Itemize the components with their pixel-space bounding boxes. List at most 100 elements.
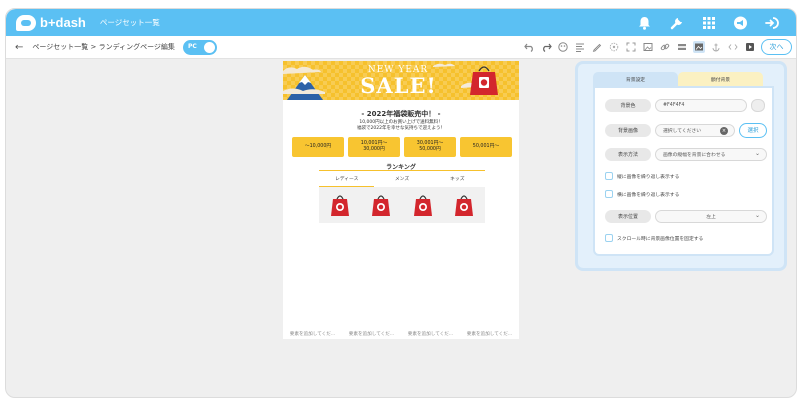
ranking-divider (319, 170, 485, 171)
bg-image-placeholder: 選択してください (663, 128, 702, 134)
display-method-value: 画像の縦幅を背景に合わせる (663, 152, 726, 158)
bg-color-value: #F4F4F4 (663, 102, 685, 108)
bg-image-label: 背景画像 (605, 123, 651, 137)
page-title: ページセット一覧 (99, 18, 160, 27)
layout-icon[interactable] (676, 41, 688, 53)
app-logo[interactable]: b+dash (16, 14, 86, 31)
bg-color-input[interactable]: #F4F4F4 (655, 98, 747, 112)
app-frame: b+dash ページセット一覧 ← ページセット一覧 > ランディングページ編集 (5, 8, 797, 398)
ranking-tab-mens[interactable]: メンズ (374, 175, 429, 187)
ranking-tab-kids[interactable]: キッズ (430, 175, 485, 187)
page-preview-canvas[interactable]: NEW YEAR SALE! - 2022年福袋販売中！ - 10,000円以上… (283, 61, 519, 339)
editor-toolbar: ← ページセット一覧 > ランディングページ編集 PC 次へ (6, 36, 796, 59)
fixed-on-scroll-label: スクロール時に背景画像位置を固定する (617, 236, 704, 242)
sale-heading: - 2022年福袋販売中！ - (361, 110, 441, 118)
link-icon[interactable] (659, 41, 671, 53)
fixed-on-scroll-checkbox[interactable] (605, 234, 613, 242)
back-arrow-icon[interactable]: ← (15, 42, 23, 53)
toolbar-tools (523, 41, 756, 53)
tab-background-settings[interactable]: 背景設定 (593, 72, 678, 86)
bg-color-label: 背景色 (605, 98, 651, 112)
megaphone-icon[interactable] (731, 13, 750, 32)
price-label-line1: 10,001円〜 (360, 141, 388, 146)
price-label-line2: 30,000円 (363, 147, 385, 152)
breadcrumb: ページセット一覧 > ランディングページ編集 (32, 43, 175, 51)
bg-color-row: 背景色 #F4F4F4 (605, 98, 767, 112)
display-position-row: 表示位置 左上 ⌄ (605, 209, 767, 223)
add-element-placeholder[interactable]: 要素を追加してくだ... (290, 331, 335, 337)
ranking-tab-ladies[interactable]: レディース (319, 175, 375, 187)
display-method-select[interactable]: 画像の縦幅を背景に合わせる ⌄ (655, 147, 767, 161)
pen-icon[interactable] (591, 41, 603, 53)
background-settings-panel: 背景設定 額付背景 背景色 #F4F4F4 背景画像 選択してください × 選択 (575, 61, 787, 271)
bell-icon[interactable] (635, 13, 654, 32)
play-icon[interactable] (744, 41, 756, 53)
display-position-select[interactable]: 左上 ⌄ (655, 209, 767, 223)
wrench-icon[interactable] (667, 13, 686, 32)
lucky-bag-image[interactable] (330, 193, 350, 217)
anchor-icon[interactable] (710, 41, 722, 53)
ranking-tabs: レディース メンズ キッズ (319, 175, 485, 187)
lucky-bag-image[interactable] (454, 193, 474, 217)
display-method-row: 表示方法 画像の縦幅を背景に合わせる ⌄ (605, 147, 767, 161)
display-position-label: 表示位置 (605, 209, 651, 223)
device-toggle[interactable]: PC (182, 39, 217, 55)
lucky-bag-image[interactable] (413, 193, 433, 217)
price-button-10001-30000[interactable]: 10,001円〜 30,000円 (348, 137, 400, 157)
expand-icon[interactable] (625, 41, 637, 53)
undo-icon[interactable] (523, 41, 535, 53)
panel-body: 背景色 #F4F4F4 背景画像 選択してください × 選択 表示方法 画像の縦… (593, 86, 774, 256)
sale-banner[interactable]: NEW YEAR SALE! (283, 61, 519, 100)
text-align-icon[interactable] (574, 41, 586, 53)
price-range-buttons: 〜10,000円 10,001円〜 30,000円 30,001円〜 50,00… (292, 137, 512, 157)
device-toggle-label: PC (187, 42, 197, 50)
target-icon[interactable] (608, 41, 620, 53)
repeat-horizontal-option[interactable]: 横に画像を繰り返し表示する (605, 189, 767, 199)
price-label: 50,001円〜 (472, 144, 500, 149)
top-header-bar: b+dash ページセット一覧 (6, 9, 796, 36)
redo-icon[interactable] (540, 41, 552, 53)
grid-icon[interactable] (699, 13, 718, 32)
repeat-vertical-label: 縦に画像を繰り返し表示する (617, 174, 680, 180)
image-icon[interactable] (642, 41, 654, 53)
lucky-bag-image[interactable] (371, 193, 391, 217)
clear-icon[interactable]: × (720, 126, 728, 135)
price-label: 〜10,000円 (304, 144, 332, 149)
fixed-on-scroll-option[interactable]: スクロール時に背景画像位置を固定する (605, 233, 767, 243)
ranking-items (319, 187, 485, 223)
panel-tabs: 背景設定 額付背景 (593, 72, 763, 86)
add-element-placeholder[interactable]: 要素を追加してくだ... (349, 331, 394, 337)
add-element-placeholder[interactable]: 要素を追加してくだ... (467, 331, 512, 337)
price-label: 30,001円〜 50,000円 (417, 141, 443, 153)
bg-image-input[interactable]: 選択してください × (655, 123, 735, 137)
bg-color-swatch[interactable] (751, 98, 765, 112)
palette-icon[interactable] (557, 41, 569, 53)
tab-framed-background[interactable]: 額付背景 (678, 72, 763, 86)
toggle-knob (203, 41, 215, 53)
repeat-horizontal-checkbox[interactable] (605, 190, 613, 198)
price-label-line2: 50,000円 (419, 147, 441, 152)
header-icon-group (635, 13, 782, 32)
background-image-icon[interactable] (693, 41, 705, 53)
chevron-down-icon: ⌄ (754, 211, 760, 219)
next-button[interactable]: 次へ (761, 39, 792, 55)
display-position-value: 左上 (706, 214, 716, 220)
sale-subtext-line2: 福袋で2022年を幸せな気持ちで迎えよう！ (357, 126, 445, 131)
banner-sale-text: SALE! (360, 73, 437, 98)
logo-bubble-icon (16, 14, 36, 31)
add-element-placeholder[interactable]: 要素を追加してくだ... (408, 331, 453, 337)
logo-text: b+dash (40, 15, 86, 30)
display-method-label: 表示方法 (605, 147, 651, 161)
repeat-vertical-option[interactable]: 縦に画像を繰り返し表示する (605, 171, 767, 181)
sale-subtext: 10,000円以上のお買い上げで送料無料！ 福袋で2022年を幸せな気持ちで迎え… (283, 120, 519, 132)
price-button-under-10000[interactable]: 〜10,000円 (292, 137, 344, 157)
select-image-button[interactable]: 選択 (739, 122, 767, 138)
price-button-over-50001[interactable]: 50,001円〜 (460, 137, 512, 157)
repeat-vertical-checkbox[interactable] (605, 172, 613, 180)
code-icon[interactable] (727, 41, 739, 53)
add-element-placeholders: 要素を追加してくだ... 要素を追加してくだ... 要素を追加してくだ... 要… (283, 331, 519, 337)
chevron-down-icon: ⌄ (754, 149, 760, 157)
price-button-30001-50000[interactable]: 30,001円〜 50,000円 (404, 137, 456, 157)
logout-icon[interactable] (763, 13, 782, 32)
repeat-horizontal-label: 横に画像を繰り返し表示する (617, 192, 680, 198)
